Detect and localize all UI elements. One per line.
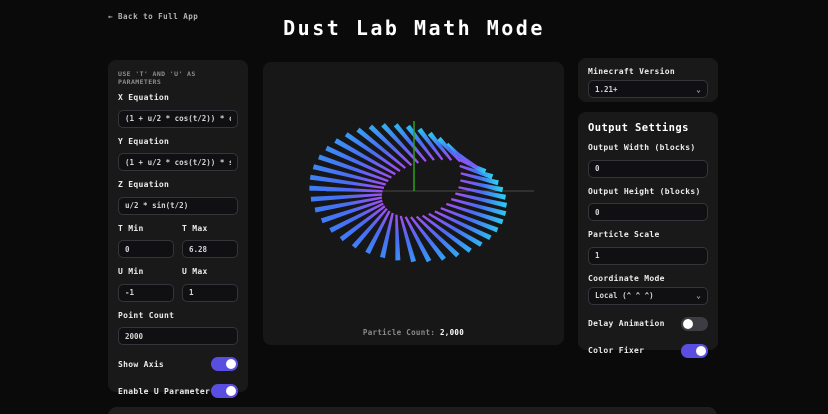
toggle-knob — [696, 346, 706, 356]
x-equation-label: X Equation — [118, 93, 238, 102]
y-equation-input[interactable] — [118, 153, 238, 171]
z-equation-label: Z Equation — [118, 180, 238, 189]
t-min-label: T Min — [118, 224, 174, 233]
u-max-label: U Max — [182, 267, 238, 276]
toggle-knob — [226, 386, 236, 396]
x-equation-input[interactable] — [118, 110, 238, 128]
u-min-label: U Min — [118, 267, 174, 276]
output-height-label: Output Height (blocks) — [588, 187, 708, 196]
minecraft-version-label: Minecraft Version — [588, 67, 708, 76]
output-height-input[interactable] — [588, 203, 708, 221]
show-axis-toggle[interactable] — [211, 357, 238, 371]
point-count-label: Point Count — [118, 311, 238, 320]
enable-u-parameter-toggle[interactable] — [211, 384, 238, 398]
chevron-down-icon: ⌄ — [696, 85, 701, 94]
point-count-input[interactable] — [118, 327, 238, 345]
color-fixer-toggle[interactable] — [681, 344, 708, 358]
particle-scale-label: Particle Scale — [588, 230, 708, 239]
output-width-input[interactable] — [588, 160, 708, 178]
delay-animation-toggle[interactable] — [681, 317, 708, 331]
minecraft-version-value: 1.21+ — [595, 85, 618, 94]
color-fixer-label: Color Fixer — [588, 346, 644, 355]
y-equation-label: Y Equation — [118, 137, 238, 146]
particle-count-value: 2,000 — [440, 328, 464, 337]
enable-u-parameter-label: Enable U Parameter — [118, 387, 210, 396]
mobius-particle-visualization — [263, 62, 564, 345]
t-max-input[interactable] — [182, 240, 238, 258]
particle-preview-canvas[interactable]: Particle Count: 2,000 — [263, 62, 564, 345]
u-min-input[interactable] — [118, 284, 174, 302]
t-max-label: T Max — [182, 224, 238, 233]
coordinate-mode-label: Coordinate Mode — [588, 274, 708, 283]
particle-count-caption: Particle Count: 2,000 — [263, 328, 564, 337]
page-title: Dust Lab Math Mode — [0, 16, 828, 40]
toggle-knob — [226, 359, 236, 369]
minecraft-version-panel: Minecraft Version 1.21+ ⌄ — [578, 58, 718, 102]
show-axis-label: Show Axis — [118, 360, 164, 369]
output-width-label: Output Width (blocks) — [588, 143, 708, 152]
particle-count-label: Particle Count: — [363, 328, 435, 337]
parameters-hint: USE 'T' AND 'U' AS PARAMETERS — [118, 70, 238, 86]
u-max-input[interactable] — [182, 284, 238, 302]
delay-animation-label: Delay Animation — [588, 319, 665, 328]
z-equation-input[interactable] — [118, 197, 238, 215]
equation-panel: USE 'T' AND 'U' AS PARAMETERS X Equation… — [108, 60, 248, 392]
t-min-input[interactable] — [118, 240, 174, 258]
particle-scale-input[interactable] — [588, 247, 708, 265]
chevron-down-icon: ⌄ — [696, 291, 701, 300]
coordinate-mode-select[interactable]: Local (^ ^ ^) ⌄ — [588, 287, 708, 305]
output-settings-title: Output Settings — [588, 122, 708, 134]
output-settings-panel: Output Settings Output Width (blocks) Ou… — [578, 112, 718, 350]
bottom-panel-edge — [108, 407, 717, 414]
minecraft-version-select[interactable]: 1.21+ ⌄ — [588, 80, 708, 98]
coordinate-mode-value: Local (^ ^ ^) — [595, 291, 654, 300]
toggle-knob — [683, 319, 693, 329]
